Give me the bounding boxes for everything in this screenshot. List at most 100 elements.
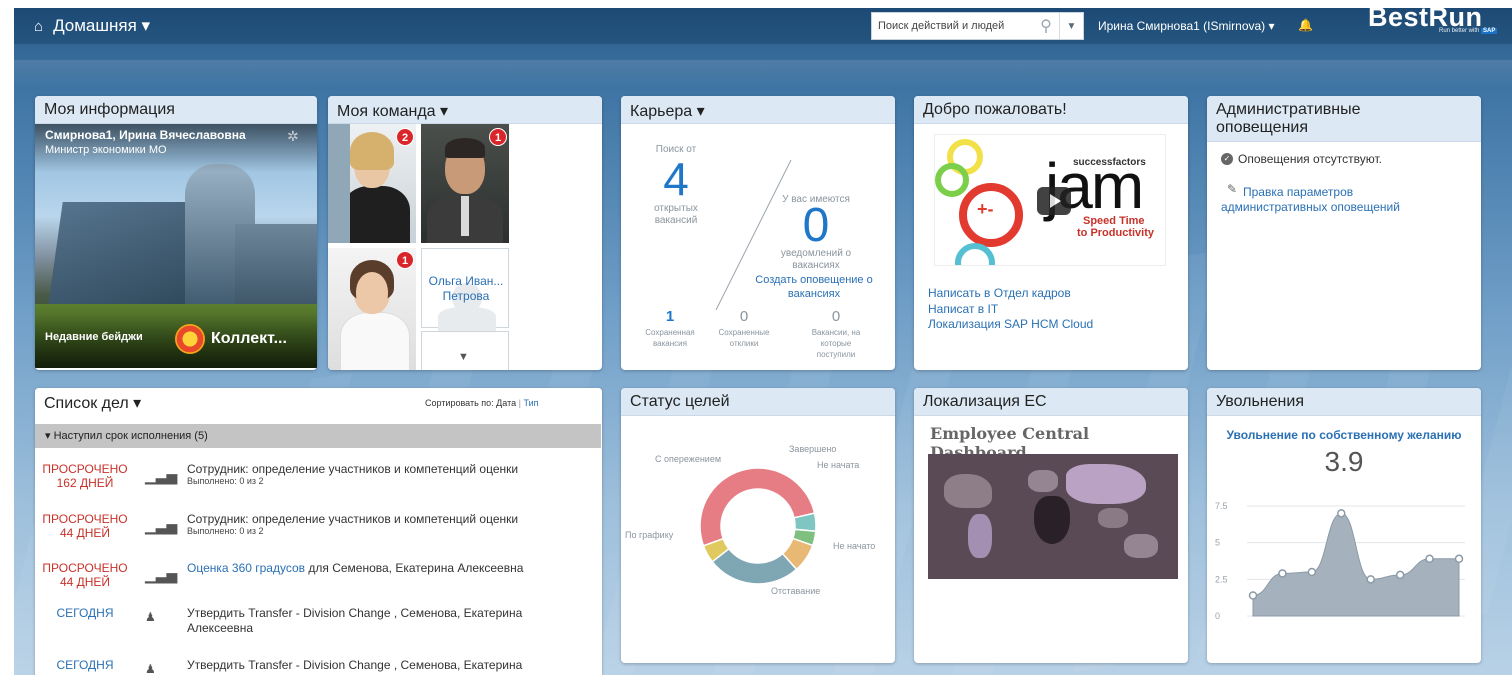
due-status: СЕГОДНЯ [56, 606, 114, 620]
welcome-video[interactable]: +- successfactors jam Speed Time to Prod… [934, 134, 1166, 266]
notification-count-badge: 1 [489, 128, 507, 146]
edit-admin-alerts-link-2[interactable]: административных оповещений [1221, 200, 1400, 214]
bar-chart-icon: ▁▃▅ [145, 567, 178, 583]
home-menu-label: Домашняя ▾ [53, 16, 151, 35]
gear-icon[interactable]: ✲ [287, 128, 299, 145]
donut-label: По графику [625, 530, 674, 540]
tile-admin-alerts-title[interactable]: Административные оповещения [1207, 96, 1481, 142]
todo-title[interactable]: Утвердить Transfer - Division Change , С… [187, 606, 587, 636]
tile-my-team: Моя команда ▾ 2 1 1 Ольга Иван... Петров… [328, 96, 602, 370]
data-point[interactable] [1307, 567, 1317, 577]
bar-chart-icon: ▁▃▅ [145, 518, 178, 534]
due-status: ПРОСРОЧЕНО 162 ДНЕЙ [42, 462, 128, 490]
recent-badges-label: Недавние бейджи [45, 331, 143, 343]
badge-name[interactable]: Коллект... [211, 330, 287, 348]
profile-role: Министр экономики МО [45, 144, 167, 156]
tile-welcome-title[interactable]: Добро пожаловать! [914, 96, 1188, 124]
search-icon[interactable]: ⚲ [1033, 16, 1059, 36]
search-input[interactable]: Поиск действий и людей ⚲ ▼ [871, 12, 1084, 40]
team-member-surname[interactable]: Петрова [422, 289, 510, 303]
create-job-alert-link-2[interactable]: вакансиях [739, 288, 889, 300]
saved-responses-label-2: отклики [729, 339, 759, 348]
y-tick-label: 0 [1215, 611, 1220, 621]
saved-vacancy-count[interactable]: 1 [635, 308, 705, 325]
job-notifications-label: уведомлений о [780, 248, 852, 259]
donut-label: Не начата [817, 460, 859, 470]
tile-career-title[interactable]: Карьера ▾ [621, 96, 895, 124]
brand-tagline: Run better with SAP [1439, 28, 1498, 34]
data-point[interactable] [1366, 575, 1375, 584]
todo-group-header[interactable]: ▾ Наступил срок исполнения (5) [35, 424, 601, 448]
data-point[interactable] [1454, 554, 1464, 564]
todo-title[interactable]: Сотрудник: определение участников и комп… [187, 512, 587, 527]
saved-responses-count[interactable]: 0 [709, 308, 779, 325]
sort-by-type[interactable]: Тип [523, 398, 538, 408]
due-status: СЕГОДНЯ [56, 658, 114, 672]
sort-by-date[interactable]: Дата [496, 398, 516, 408]
tile-ec-title[interactable]: Локализация EC [914, 388, 1188, 416]
y-tick-label: 5 [1215, 538, 1220, 548]
data-point[interactable] [1337, 509, 1346, 518]
open-vacancies-label-2: вакансий [654, 215, 698, 226]
pencil-icon: ✎ [1227, 182, 1238, 196]
video-tagline: Speed Time [1083, 215, 1145, 227]
job-notifications-count[interactable]: 0 [761, 198, 871, 253]
play-icon[interactable] [1037, 187, 1071, 215]
tile-ec-localization: Локализация EC Employee Central Dashboar… [914, 388, 1188, 663]
data-point[interactable] [1278, 569, 1287, 578]
dashboard-background: ⌂ Домашняя ▾ Поиск действий и людей ⚲ ▼ … [14, 8, 1512, 675]
ec-dashboard-image[interactable]: Employee Central Dashboard [928, 424, 1178, 579]
edit-admin-alerts-link[interactable]: Правка параметров [1243, 185, 1353, 199]
open-vacancies-count[interactable]: 4 [636, 152, 716, 206]
donut-label: Не начато [833, 541, 875, 551]
notifications-bell-icon[interactable]: 🔔 [1298, 18, 1313, 32]
tile-terminations-title[interactable]: Увольнения [1207, 388, 1481, 416]
tile-my-info-title[interactable]: Моя информация [35, 96, 317, 124]
terminations-area-chart[interactable]: 7.5 5 2.5 0 [1207, 496, 1481, 646]
welcome-link-it[interactable]: Написат в IT [928, 302, 998, 316]
tile-terminations: Увольнения Увольнение по собственному же… [1207, 388, 1481, 663]
terminations-subtitle[interactable]: Увольнение по собственному желанию [1207, 428, 1481, 442]
tile-goal-status: Статус целей По графику С опережением Заве… [621, 388, 895, 663]
home-icon: ⌂ [34, 17, 44, 35]
received-vacancies-count[interactable]: 0 [793, 308, 879, 325]
todo-progress: Выполнено: 0 из 2 [187, 476, 264, 486]
saved-responses-label: Сохраненные [718, 328, 770, 337]
todo-title[interactable]: Оценка 360 градусов для Семенова, Екатер… [187, 561, 587, 576]
create-job-alert-link[interactable]: Создать оповещение о [739, 274, 889, 286]
data-point[interactable] [1425, 554, 1434, 564]
received-vacancies-label-3: поступили [816, 350, 856, 359]
todo-title[interactable]: Сотрудник: определение участников и комп… [187, 462, 587, 477]
saved-vacancy-label-2: вакансия [653, 339, 687, 348]
video-tagline-2: to Productivity [1077, 227, 1155, 239]
team-member-card[interactable]: Ольга Иван... Петрова [421, 248, 510, 331]
tile-my-team-title[interactable]: Моя команда ▾ [328, 96, 602, 124]
data-point[interactable] [1248, 591, 1258, 600]
tile-career: Карьера ▾ Поиск от 4 открытых вакансий У… [621, 96, 895, 370]
scroll-down-icon[interactable]: ▼ [458, 351, 469, 363]
welcome-link-hr[interactable]: Написать в Отдел кадров [928, 286, 1071, 300]
todo-progress: Выполнено: 0 из 2 [187, 526, 264, 536]
job-notifications-label-2: вакансиях [792, 260, 840, 271]
goal-status-donut-chart[interactable]: По графику С опережением Завершено Не начат… [621, 416, 895, 636]
open-vacancies-label: открытых [654, 203, 698, 214]
donut-slice[interactable] [711, 547, 798, 585]
data-point[interactable] [1395, 570, 1405, 580]
todo-title[interactable]: Утвердить Transfer - Division Change , С… [187, 658, 587, 673]
welcome-link-localization[interactable]: Локализация SAP HCM Cloud [928, 317, 1093, 331]
home-menu[interactable]: ⌂ Домашняя ▾ [34, 16, 150, 36]
received-vacancies-label: Вакансии, на [811, 328, 861, 337]
y-tick-label: 2.5 [1215, 574, 1228, 584]
profile-background-photo[interactable]: Смирнова1, Ирина Вячеславовна Министр эк… [35, 124, 317, 368]
badge-icon[interactable] [175, 324, 205, 354]
search-dropdown-icon[interactable]: ▼ [1059, 13, 1083, 39]
todo-sort-controls: Сортировать по: Дата | Тип [425, 398, 539, 408]
org-chart-icon: ♟ [145, 662, 156, 675]
tile-goal-status-title[interactable]: Статус целей [621, 388, 895, 416]
area-series [1252, 512, 1460, 617]
profile-name[interactable]: Смирнова1, Ирина Вячеславовна [45, 128, 246, 142]
user-menu[interactable]: Ирина Смирнова1 (ISmirnova) ▾ [1098, 19, 1275, 33]
team-member-name[interactable]: Ольга Иван... [422, 274, 510, 288]
donut-label: Завершено [789, 444, 836, 454]
notification-count-badge: 2 [396, 128, 414, 146]
